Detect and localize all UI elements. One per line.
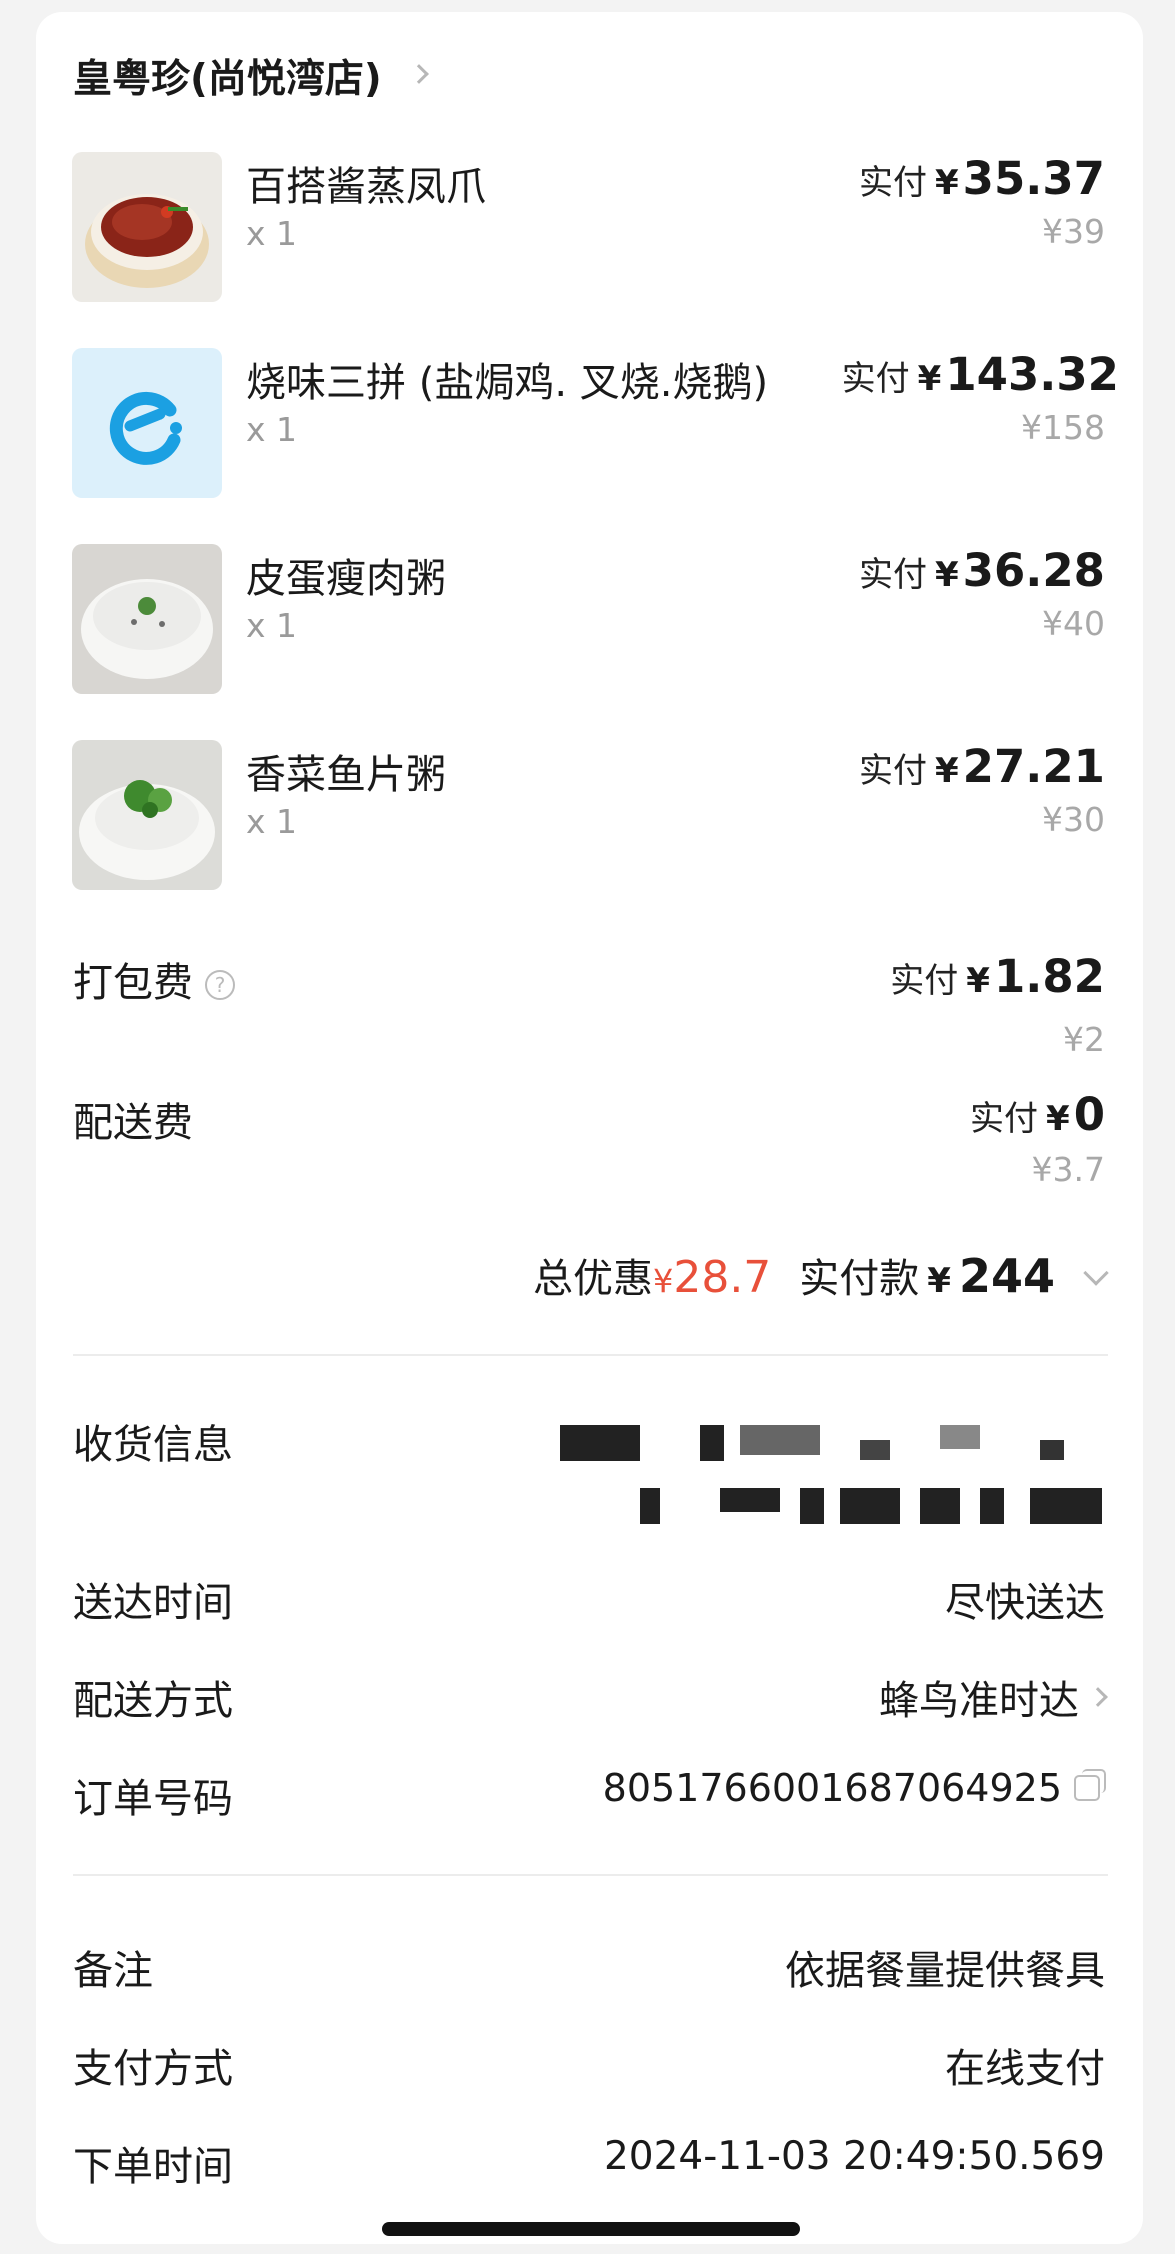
currency-symbol: ¥ xyxy=(934,751,959,791)
order-item[interactable]: 烧味三拼 (盐焗鸡. 叉烧.烧鹅) x 1 实付 ¥ 143.32 ¥158 xyxy=(0,348,1175,500)
chevron-down-icon[interactable] xyxy=(1083,1260,1109,1286)
chevron-right-icon xyxy=(1088,1687,1108,1707)
question-circle-icon[interactable]: ? xyxy=(205,970,235,1000)
dish-image xyxy=(72,740,222,890)
item-quantity: x 1 xyxy=(246,606,298,645)
delivery-method-value: 蜂鸟准时达 xyxy=(879,1678,1079,1724)
currency-symbol: ¥ xyxy=(966,961,990,1001)
currency-symbol: ¥ xyxy=(917,359,942,399)
currency-symbol: ¥ xyxy=(1046,1099,1070,1139)
copy-icon[interactable] xyxy=(1074,1769,1106,1801)
currency-symbol: ¥ xyxy=(934,555,959,595)
item-quantity: x 1 xyxy=(246,214,298,253)
paid-label: 实付 xyxy=(970,1099,1039,1139)
paid-label: 实付 xyxy=(890,961,959,1001)
item-quantity: x 1 xyxy=(246,802,298,841)
note-value: 依据餐量提供餐具 xyxy=(785,1948,1105,1994)
order-number-value: 8051766001687064925 xyxy=(602,1766,1062,1810)
paid-amount: 0 xyxy=(1073,1088,1105,1141)
item-original-price: ¥158 xyxy=(1021,408,1105,447)
item-name: 烧味三拼 (盐焗鸡. 叉烧.烧鹅) xyxy=(246,360,769,406)
order-number-label: 订单号码 xyxy=(73,1776,233,1822)
item-quantity: x 1 xyxy=(246,410,298,449)
order-summary[interactable]: 总优惠 ¥ 28.7 实付款 ¥ 244 xyxy=(532,1246,1109,1304)
packing-fee-text: 打包费 xyxy=(73,960,193,1006)
item-paid-price: 实付 ¥ 36.28 xyxy=(859,544,1105,597)
delivery-time-label: 送达时间 xyxy=(73,1580,233,1626)
item-paid-price: 实付 ¥ 27.21 xyxy=(859,740,1105,793)
order-item[interactable]: 百搭酱蒸凤爪 x 1 实付 ¥ 35.37 ¥39 xyxy=(0,152,1175,304)
delivery-method-label: 配送方式 xyxy=(73,1678,233,1724)
item-paid-price: 实付 ¥ 143.32 xyxy=(842,348,1119,401)
order-time-value: 2024-11-03 20:49:50.569 xyxy=(603,2134,1105,2179)
total-label: 实付款 xyxy=(799,1256,920,1302)
packing-fee-label: 打包费? xyxy=(73,950,235,1008)
paid-label: 实付 xyxy=(841,359,910,399)
order-time-label: 下单时间 xyxy=(73,2144,233,2190)
packing-fee-paid: 实付 ¥ 1.82 xyxy=(890,950,1105,1003)
note-label: 备注 xyxy=(73,1948,153,1994)
discount-amount: 28.7 xyxy=(673,1252,772,1303)
delivery-method-link[interactable]: 蜂鸟准时达 xyxy=(879,1668,1108,1726)
paid-label: 实付 xyxy=(858,751,927,791)
paid-label: 实付 xyxy=(858,163,927,203)
delivery-time-value: 尽快送达 xyxy=(945,1580,1105,1626)
delivery-fee-paid: 实付 ¥ 0 xyxy=(970,1088,1105,1141)
dish-image xyxy=(72,544,222,694)
divider xyxy=(73,1874,1108,1876)
packing-fee-original: ¥2 xyxy=(1063,1020,1105,1059)
paid-label: 实付 xyxy=(858,555,927,595)
item-original-price: ¥40 xyxy=(1042,604,1105,643)
order-item[interactable]: 香菜鱼片粥 x 1 实付 ¥ 27.21 ¥30 xyxy=(0,740,1175,892)
item-paid-price: 实付 ¥ 35.37 xyxy=(859,152,1105,205)
total-currency: ¥ xyxy=(927,1261,951,1301)
item-original-price: ¥39 xyxy=(1042,212,1105,251)
discount-label: 总优惠 xyxy=(532,1256,653,1302)
discount-currency: ¥ xyxy=(652,1262,674,1300)
address-label: 收货信息 xyxy=(73,1422,233,1468)
item-original-price: ¥30 xyxy=(1042,800,1105,839)
dish-image xyxy=(72,152,222,302)
payment-method-label: 支付方式 xyxy=(73,2046,233,2092)
paid-amount: 36.28 xyxy=(962,544,1105,597)
divider xyxy=(73,1354,1108,1356)
total-amount: 244 xyxy=(958,1249,1055,1303)
item-name: 香菜鱼片粥 xyxy=(246,752,446,798)
order-item[interactable]: 皮蛋瘦肉粥 x 1 实付 ¥ 36.28 ¥40 xyxy=(0,544,1175,696)
paid-amount: 1.82 xyxy=(993,950,1105,1003)
item-name: 百搭酱蒸凤爪 xyxy=(246,164,486,210)
delivery-fee-label: 配送费 xyxy=(73,1100,193,1146)
paid-amount: 35.37 xyxy=(962,152,1105,205)
home-indicator[interactable] xyxy=(382,2222,800,2236)
paid-amount: 27.21 xyxy=(962,740,1105,793)
paid-amount: 143.32 xyxy=(945,348,1119,401)
currency-symbol: ¥ xyxy=(934,163,959,203)
shop-name-link[interactable]: 皇粤珍(尚悦湾店) xyxy=(73,48,382,104)
payment-method-value: 在线支付 xyxy=(945,2046,1105,2092)
dish-image-placeholder xyxy=(72,348,222,498)
shop-name: 皇粤珍(尚悦湾店) xyxy=(73,57,382,102)
delivery-fee-original: ¥3.7 xyxy=(1031,1150,1105,1189)
item-name: 皮蛋瘦肉粥 xyxy=(246,556,446,602)
order-number: 8051766001687064925 xyxy=(602,1766,1106,1810)
